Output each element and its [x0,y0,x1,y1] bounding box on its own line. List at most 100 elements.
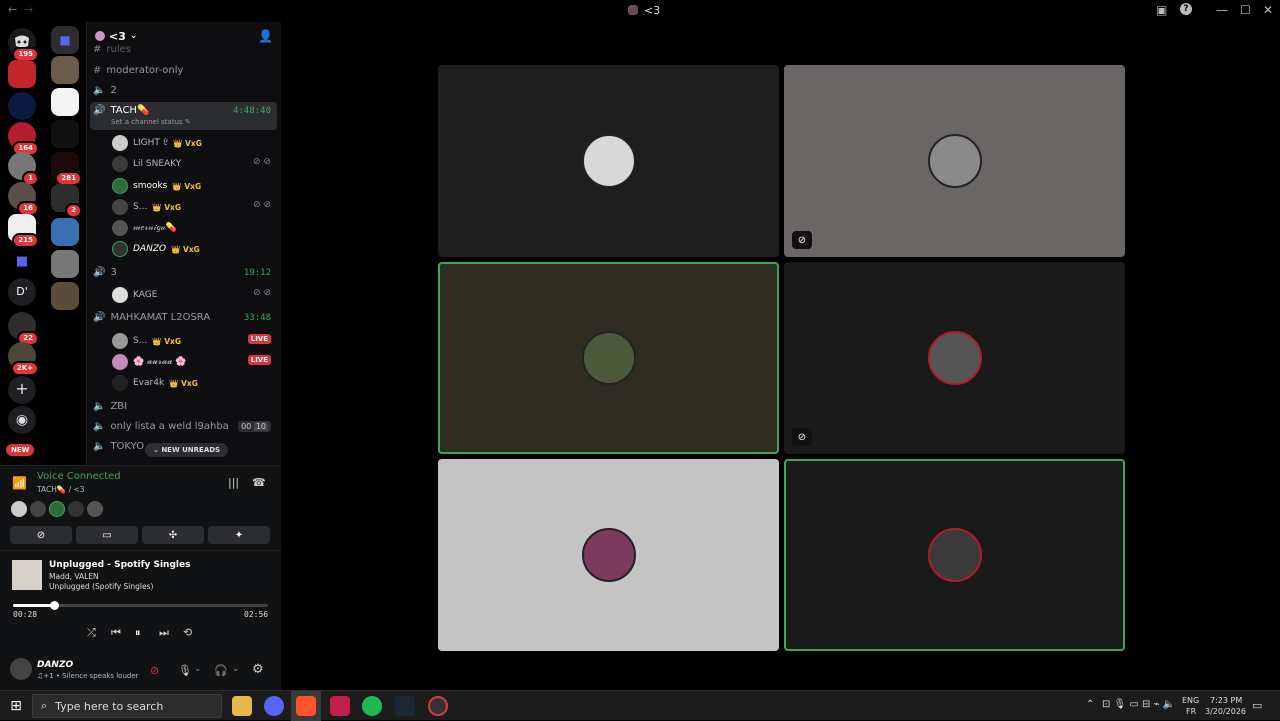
channel-mahkamat[interactable]: 🔊 MAHKAMAT L2OSRA [93,312,210,323]
noise-suppression-icon[interactable]: ||| [228,476,239,489]
windows-start-icon[interactable]: ⊞ [6,696,26,716]
voice-user[interactable]: 𝓂𝑒𝓇𝓃𝒾𝑔𝒶💊 [112,220,177,236]
server-icon[interactable] [51,282,79,310]
tray-overflow-icon[interactable]: ⌃ [1086,699,1094,710]
channel-tach[interactable]: 🔊 TACH💊 [93,105,149,116]
voice-status[interactable]: Voice Connected [37,471,121,482]
app-icon[interactable] [428,696,448,716]
maximize-button[interactable]: ☐ [1240,3,1251,17]
chevron-down-icon[interactable]: ⌄ [194,664,202,674]
steam-icon[interactable] [395,696,415,716]
participant-tile[interactable]: ⊘ [784,65,1125,257]
channel-status[interactable]: Set a channel status ✎ [111,118,191,126]
server-icon[interactable]: 2K+ [8,342,39,376]
clock-date[interactable]: 3/20/2026 [1205,707,1246,716]
folder-icon[interactable]: ■ [8,248,36,276]
song-album[interactable]: Unplugged (Spotify Singles) [49,582,153,591]
channel-voice-2[interactable]: 🔈 2 [93,85,117,96]
participant-tile[interactable] [438,459,779,651]
participant-tile[interactable] [438,262,779,454]
camera-off-button[interactable]: ⊘ [10,526,72,544]
avatar[interactable] [68,501,84,517]
clock-time[interactable]: 7:23 PM [1210,696,1242,705]
channel-only-lista[interactable]: 🔈 only lista a weld l9ahba [93,421,229,432]
voice-user[interactable]: Lil SNEAKY [112,156,186,172]
disconnect-icon[interactable]: ☎ [252,476,266,489]
server-icon-crest[interactable] [51,88,79,116]
next-icon[interactable]: ⏭ [159,626,169,640]
new-unreads-button[interactable]: ⌄ NEW UNREADS [145,443,229,457]
voice-user[interactable]: S... 👑 VxG [112,333,181,349]
channel-zbi[interactable]: 🔈 ZBI [93,401,127,412]
progress-track[interactable] [13,601,268,610]
inbox-icon[interactable]: ▣ [1156,3,1167,17]
signal-icon[interactable]: 📶 [12,476,27,490]
minimize-button[interactable]: — [1216,3,1228,17]
server-icon[interactable] [51,56,79,84]
album-art[interactable] [12,560,42,590]
server-icon-red[interactable] [8,60,36,88]
server-icon[interactable] [51,218,79,246]
voice-user[interactable]: S... 👑 VxG [112,199,181,215]
camera-disabled-icon[interactable]: ⊘ [150,664,159,677]
server-icon[interactable]: 16 [8,182,39,216]
server-icon[interactable]: 22 [8,312,39,346]
tray-icons[interactable]: ⊡ 🎙 ▭ ⊟ ⌁ 🔈 [1102,699,1175,710]
language-top[interactable]: ENG [1182,696,1199,705]
channel-tokyo[interactable]: 🔈 TOKYO [93,441,144,452]
add-server-icon[interactable]: + [8,376,36,404]
pause-icon[interactable]: ⏸ [135,626,141,640]
add-member-icon[interactable]: 👤 [258,29,273,43]
participant-tile[interactable] [784,459,1125,651]
folder-icon[interactable]: ■ [51,26,79,54]
server-icon-d[interactable]: D' [8,278,36,306]
progress-knob[interactable] [49,601,59,610]
headphones-icon[interactable]: 🎧 [214,664,228,677]
voice-user[interactable]: Evar4k 👑 VxG [112,375,198,391]
help-icon[interactable]: ? [1180,3,1192,15]
voice-channel[interactable]: TACH💊 / <3 [37,485,85,494]
channel-rules[interactable]: # rules [93,44,131,55]
voice-user[interactable]: 🌸 𝓪𝓾𝓻𝓪𝓪 🌸 [112,354,187,370]
notification-icon[interactable]: ▭ [1252,699,1262,712]
voice-user[interactable]: smooks 👑 VxG [112,178,201,194]
activities-button[interactable]: ✣ [142,526,204,544]
user-avatar[interactable] [10,658,32,680]
brave-icon[interactable] [296,696,316,716]
microphone-icon[interactable]: 🎙 [178,664,192,677]
voice-user[interactable]: LIGHT 𝔏 👑 VxG [112,135,202,151]
voice-user[interactable]: DANZO 👑 VxG [112,241,200,257]
server-icon-blue[interactable] [8,92,36,120]
soundboard-button[interactable]: ✦ [208,526,270,544]
app-icon[interactable] [330,696,350,716]
channel-moderator-only[interactable]: # moderator-only [93,65,183,76]
song-title[interactable]: Unplugged - Spotify Singles [49,560,190,570]
server-icon[interactable]: 1 [8,152,39,186]
chevron-down-icon[interactable]: ⌄ [232,664,240,674]
avatar[interactable] [30,501,46,517]
back-arrow-icon[interactable]: ← [8,3,17,16]
participant-tile[interactable]: ⊘ [784,262,1125,454]
user-name[interactable]: DANZO [37,660,73,670]
server-icon[interactable]: 281 [51,152,82,186]
discord-icon[interactable] [264,696,284,716]
channel-voice-3[interactable]: 🔊 3 [93,267,117,278]
avatar[interactable] [49,501,65,517]
avatar[interactable] [11,501,27,517]
voice-user[interactable]: KAGE [112,287,157,303]
close-button[interactable]: ✕ [1263,3,1273,17]
language-bottom[interactable]: FR [1186,707,1196,716]
shuffle-icon[interactable]: ⤮ [87,626,96,640]
avatar[interactable] [87,501,103,517]
file-explorer-icon[interactable] [232,696,252,716]
server-icon[interactable]: 164 [8,122,39,156]
server-icon[interactable] [51,250,79,278]
direct-messages-icon[interactable]: 195 [8,28,39,62]
song-artist[interactable]: Madd, VALEN [49,572,99,581]
forward-arrow-icon[interactable]: → [24,3,33,16]
spotify-icon[interactable] [362,696,382,716]
previous-icon[interactable]: ⏮ [111,626,121,640]
server-icon[interactable]: 2 [51,184,82,218]
settings-gear-icon[interactable]: ⚙ [252,662,264,677]
participant-tile[interactable] [438,65,779,257]
